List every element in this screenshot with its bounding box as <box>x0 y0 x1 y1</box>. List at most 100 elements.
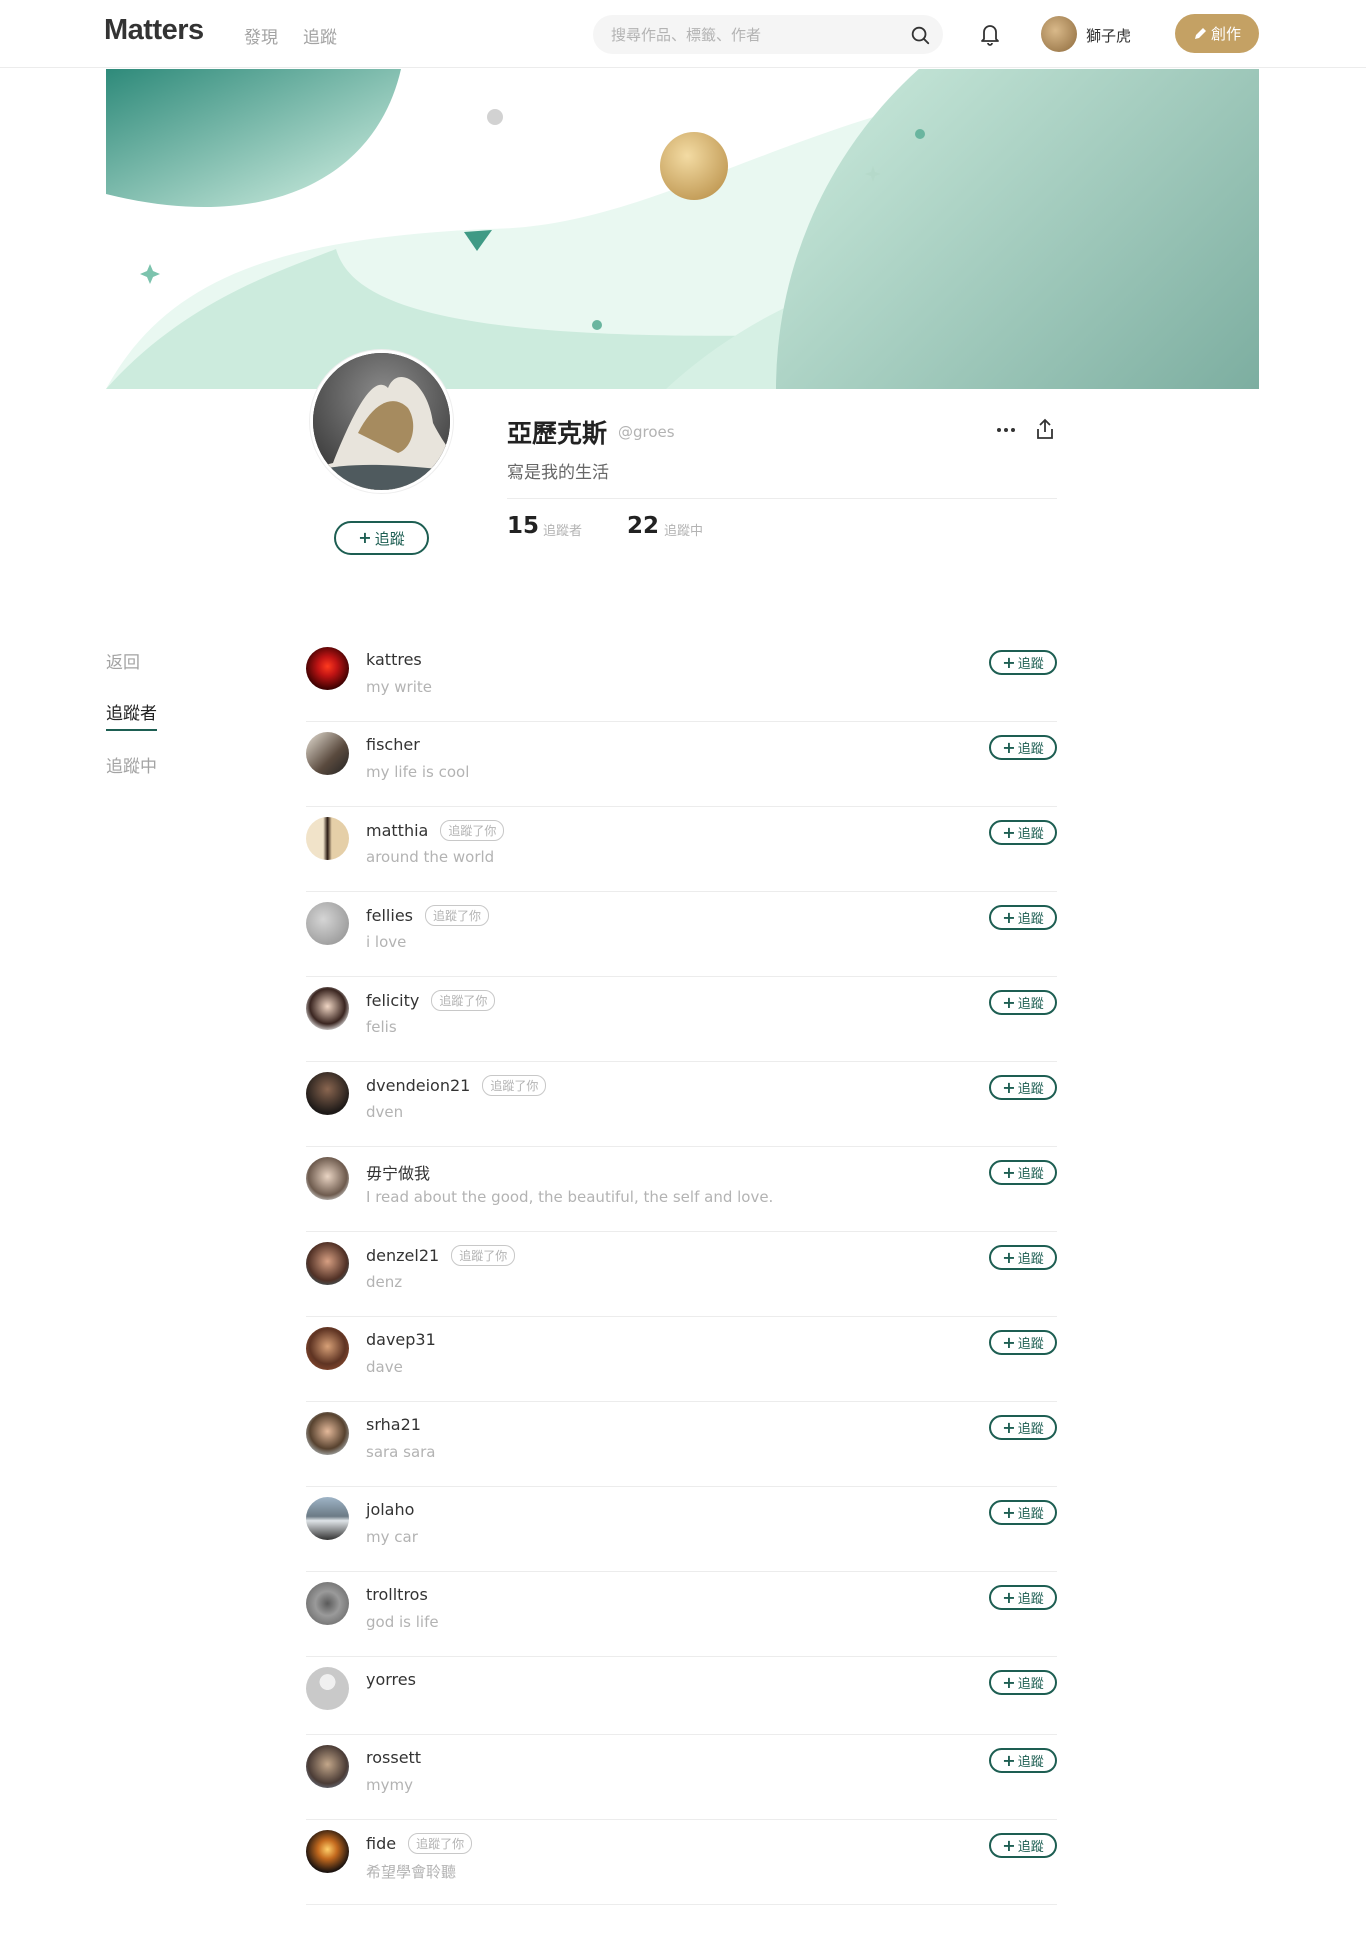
search-input[interactable] <box>611 15 891 54</box>
follower-row[interactable]: trolltros god is life + 追蹤 <box>306 1572 1057 1657</box>
follower-row[interactable]: fide 追蹤了你 希望學會聆聽 + 追蹤 <box>306 1820 1057 1905</box>
follower-row[interactable]: matthia 追蹤了你 around the world + 追蹤 <box>306 807 1057 892</box>
follower-row[interactable]: dvendeion21 追蹤了你 dven + 追蹤 <box>306 1062 1057 1147</box>
follow-button[interactable]: + 追蹤 <box>989 1415 1057 1440</box>
follower-avatar[interactable] <box>306 1412 349 1455</box>
follower-name[interactable]: dvendeion21 <box>366 1076 470 1095</box>
follower-name-line: fischer <box>366 735 420 754</box>
follower-row[interactable]: davep31 dave + 追蹤 <box>306 1317 1057 1402</box>
follower-name[interactable]: trolltros <box>366 1585 428 1604</box>
follow-button[interactable]: + 追蹤 <box>989 990 1057 1015</box>
follower-description: denz <box>366 1273 403 1291</box>
follower-name-line: jolaho <box>366 1500 414 1519</box>
follower-row[interactable]: jolaho my car + 追蹤 <box>306 1487 1057 1572</box>
bell-icon[interactable] <box>978 21 1002 47</box>
follower-name[interactable]: fellies <box>366 906 413 925</box>
follower-row[interactable]: fellies 追蹤了你 i love + 追蹤 <box>306 892 1057 977</box>
follow-button[interactable]: + 追蹤 <box>989 1160 1057 1185</box>
follower-name[interactable]: fischer <box>366 735 420 754</box>
follower-avatar[interactable] <box>306 1157 349 1200</box>
follow-button-label: 追蹤 <box>1017 1507 1044 1522</box>
follower-avatar[interactable] <box>306 647 349 690</box>
user-name[interactable]: 獅子虎 <box>1086 25 1131 46</box>
follower-name[interactable]: davep31 <box>366 1330 436 1349</box>
plus-icon: + <box>1002 1162 1016 1182</box>
follower-description: my car <box>366 1528 418 1546</box>
side-nav-back[interactable]: 返回 <box>106 648 140 673</box>
follow-button[interactable]: + 追蹤 <box>989 1833 1057 1858</box>
follower-avatar[interactable] <box>306 1497 349 1540</box>
follower-avatar[interactable] <box>306 987 349 1030</box>
follower-avatar[interactable] <box>306 1667 349 1710</box>
plus-icon: + <box>1002 652 1016 672</box>
follower-description: my life is cool <box>366 763 470 781</box>
follower-avatar[interactable] <box>306 1242 349 1285</box>
follow-button[interactable]: + 追蹤 <box>989 1748 1057 1773</box>
follow-button[interactable]: + 追蹤 <box>989 1585 1057 1610</box>
search-icon[interactable] <box>909 24 931 46</box>
follower-row[interactable]: fischer my life is cool + 追蹤 <box>306 722 1057 807</box>
follower-avatar[interactable] <box>306 1830 349 1873</box>
follower-name[interactable]: denzel21 <box>366 1246 439 1265</box>
follower-row[interactable]: kattres my write + 追蹤 <box>306 637 1057 722</box>
follow-button[interactable]: + 追蹤 <box>989 1670 1057 1695</box>
follower-name[interactable]: yorres <box>366 1670 416 1689</box>
follow-button[interactable]: + 追蹤 <box>989 650 1057 675</box>
follow-button[interactable]: + 追蹤 <box>989 735 1057 760</box>
plus-icon: + <box>1002 992 1016 1012</box>
follow-button-label: 追蹤 <box>1017 742 1044 757</box>
follow-button[interactable]: + 追蹤 <box>989 905 1057 930</box>
plus-icon: + <box>1002 1077 1016 1097</box>
nav-discover[interactable]: 發現 <box>244 23 278 48</box>
profile-follow-button[interactable]: + 追蹤 <box>334 521 429 555</box>
following-label[interactable]: 追蹤中 <box>664 520 703 539</box>
follower-row[interactable]: srha21 sara sara + 追蹤 <box>306 1402 1057 1487</box>
follower-description: sara sara <box>366 1443 436 1461</box>
follow-button-label: 追蹤 <box>1017 1677 1044 1692</box>
follower-avatar[interactable] <box>306 1582 349 1625</box>
follower-name[interactable]: matthia <box>366 821 428 840</box>
follower-avatar[interactable] <box>306 1327 349 1370</box>
side-nav-followers[interactable]: 追蹤者 <box>106 699 157 731</box>
side-nav-following[interactable]: 追蹤中 <box>106 752 157 777</box>
follow-button[interactable]: + 追蹤 <box>989 1500 1057 1525</box>
follow-button-label: 追蹤 <box>1017 997 1044 1012</box>
write-button[interactable]: 創作 <box>1175 14 1259 53</box>
follower-row[interactable]: rossett mymy + 追蹤 <box>306 1735 1057 1820</box>
follower-name[interactable]: rossett <box>366 1748 421 1767</box>
follower-name[interactable]: fide <box>366 1834 396 1853</box>
followers-list: kattres my write + 追蹤 fischer my life is cool… <box>306 637 1057 1905</box>
followers-count[interactable]: 15 <box>507 513 539 539</box>
follow-button[interactable]: + 追蹤 <box>989 1330 1057 1355</box>
profile-divider <box>507 498 1057 499</box>
follower-avatar[interactable] <box>306 1072 349 1115</box>
more-options-icon[interactable] <box>994 420 1018 440</box>
follower-avatar[interactable] <box>306 732 349 775</box>
share-icon[interactable] <box>1034 417 1056 441</box>
follower-name[interactable]: felicity <box>366 991 419 1010</box>
follower-avatar[interactable] <box>306 902 349 945</box>
user-avatar[interactable] <box>1041 16 1077 52</box>
follower-avatar[interactable] <box>306 1745 349 1788</box>
profile-follow-label: 追蹤 <box>374 529 405 548</box>
follow-button[interactable]: + 追蹤 <box>989 1245 1057 1270</box>
follower-name-line: fellies 追蹤了你 <box>366 905 490 926</box>
follower-name[interactable]: 毋宁做我 <box>366 1160 430 1184</box>
follower-avatar[interactable] <box>306 817 349 860</box>
follow-button[interactable]: + 追蹤 <box>989 820 1057 845</box>
follower-name[interactable]: jolaho <box>366 1500 414 1519</box>
follower-row[interactable]: 毋宁做我 I read about the good, the beautiful… <box>306 1147 1057 1232</box>
matters-logo[interactable]: Matters <box>104 14 204 47</box>
follower-description: my write <box>366 678 432 696</box>
follow-button[interactable]: + 追蹤 <box>989 1075 1057 1100</box>
nav-follow[interactable]: 追蹤 <box>303 23 337 48</box>
followers-label[interactable]: 追蹤者 <box>543 520 582 539</box>
follower-description: around the world <box>366 848 495 866</box>
following-count[interactable]: 22 <box>627 513 659 539</box>
follower-row[interactable]: denzel21 追蹤了你 denz + 追蹤 <box>306 1232 1057 1317</box>
follower-name[interactable]: kattres <box>366 650 422 669</box>
profile-display-name: 亞歷克斯 <box>507 419 608 448</box>
follower-row[interactable]: yorres + 追蹤 <box>306 1657 1057 1735</box>
follower-row[interactable]: felicity 追蹤了你 felis + 追蹤 <box>306 977 1057 1062</box>
follower-name[interactable]: srha21 <box>366 1415 421 1434</box>
